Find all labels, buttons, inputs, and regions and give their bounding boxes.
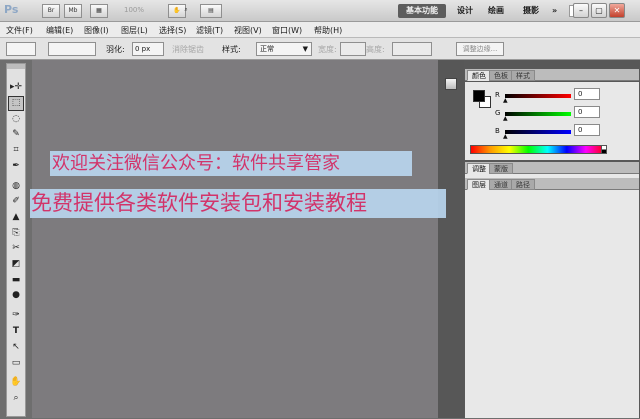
layers-panel-tabs: 图层 通道 路径	[465, 178, 639, 190]
green-slider[interactable]	[505, 112, 571, 116]
layers-panel	[465, 190, 639, 418]
blur-tool-icon[interactable]: ▬	[9, 274, 23, 287]
feather-input[interactable]: 0 px	[132, 42, 164, 56]
slider-knob-icon[interactable]: ▲	[503, 97, 508, 104]
green-value-input[interactable]: 0	[574, 106, 600, 118]
tool-preset-picker[interactable]	[6, 42, 36, 56]
mini-bridge-button[interactable]: Mb	[64, 4, 82, 18]
tool-options-bar: 羽化: 0 px 消除锯齿 样式: 正常 ▼ 宽度: 高度: 调整边缘...	[0, 38, 640, 60]
workspace-photography[interactable]: 摄影	[515, 4, 547, 18]
tab-color[interactable]: 颜色	[467, 70, 491, 81]
rectangular-marquee-tool-icon[interactable]: ⬚	[8, 96, 24, 111]
style-label: 样式:	[222, 45, 241, 54]
workspace-design[interactable]: 设计	[449, 4, 481, 18]
path-selection-tool-icon[interactable]: ↖	[9, 341, 23, 354]
color-panel-tabs: 颜色 色板 样式	[465, 69, 639, 81]
tab-swatches[interactable]: 色板	[489, 70, 513, 81]
rectangle-shape-tool-icon[interactable]: ▭	[9, 357, 23, 370]
chevron-down-icon: ▼	[302, 45, 308, 53]
blue-channel-label: B	[495, 127, 500, 135]
black-white-ramp[interactable]	[601, 145, 607, 154]
application-bar: Ps Br Mb ▦ 100% ✋ ⌕ ▤ 基本功能 设计 绘画 摄影 » – …	[0, 0, 640, 22]
style-select[interactable]: 正常 ▼	[256, 42, 312, 56]
refine-edge-button[interactable]: 调整边缘...	[456, 42, 504, 56]
blue-slider[interactable]	[505, 130, 571, 134]
menu-window[interactable]: 窗口(W)	[272, 25, 302, 36]
move-tool-icon[interactable]: ▸✛	[9, 81, 23, 94]
minimize-button[interactable]: –	[573, 3, 589, 18]
menu-image[interactable]: 图像(I)	[84, 25, 109, 36]
menu-filter[interactable]: 滤镜(T)	[196, 25, 223, 36]
history-brush-tool-icon[interactable]: ⎘	[9, 227, 23, 240]
photoshop-logo: Ps	[4, 3, 19, 16]
tab-paths[interactable]: 路径	[511, 179, 535, 190]
bridge-button[interactable]: Br	[42, 4, 60, 18]
dodge-tool-icon[interactable]: ●	[9, 289, 23, 302]
menu-file[interactable]: 文件(F)	[6, 25, 33, 36]
toolbox: ▸✛ ⬚ ◌ ✎ ⌗ ✒ ◍ ✐ ▲ ⎘ ✂ ◩ ▬ ● ✑ T ↖ ▭ ✋ ⌕	[6, 63, 26, 417]
arrange-documents-button[interactable]: ▤	[200, 4, 222, 18]
view-extras-button[interactable]: ▦	[90, 4, 108, 18]
menu-select[interactable]: 选择(S)	[159, 25, 186, 36]
menu-help[interactable]: 帮助(H)	[314, 25, 342, 36]
menu-bar: 文件(F) 编辑(E) 图像(I) 图层(L) 选择(S) 滤镜(T) 视图(V…	[0, 22, 640, 38]
crop-tool-icon[interactable]: ⌗	[9, 144, 23, 157]
height-input[interactable]	[392, 42, 432, 56]
watermark-caption-line-1: 欢迎关注微信公众号：软件共享管家	[50, 151, 412, 176]
clone-stamp-tool-icon[interactable]: ▲	[9, 211, 23, 224]
tab-adjustments[interactable]: 调整	[467, 163, 491, 174]
slider-knob-icon[interactable]: ▲	[503, 133, 508, 140]
selection-mode-buttons[interactable]	[48, 42, 96, 56]
eraser-tool-icon[interactable]: ✂	[9, 242, 23, 255]
width-label: 宽度:	[318, 45, 337, 54]
workspace-essentials[interactable]: 基本功能	[398, 4, 446, 18]
lasso-tool-icon[interactable]: ◌	[9, 113, 23, 126]
tab-masks[interactable]: 蒙版	[489, 163, 513, 174]
quick-selection-tool-icon[interactable]: ✎	[9, 128, 23, 141]
adjustments-panel-tabs: 调整 蒙版	[465, 162, 639, 174]
height-label: 高度:	[366, 45, 385, 54]
more-workspaces-icon[interactable]: »	[544, 4, 565, 18]
red-value-input[interactable]: 0	[574, 88, 600, 100]
foreground-color-swatch[interactable]	[473, 90, 485, 102]
tab-styles[interactable]: 样式	[511, 70, 535, 81]
workspace-painting[interactable]: 绘画	[480, 4, 512, 18]
feather-label: 羽化:	[106, 45, 125, 54]
antialias-checkbox[interactable]: 消除锯齿	[172, 44, 204, 55]
menu-layer[interactable]: 图层(L)	[121, 25, 148, 36]
zoom-tool-icon[interactable]: ⌕	[9, 392, 23, 405]
close-button[interactable]: ✕	[609, 3, 625, 18]
panel-dock-icon[interactable]	[445, 78, 457, 90]
tab-layers[interactable]: 图层	[467, 179, 491, 190]
zoom-level[interactable]: 100%	[124, 6, 144, 14]
watermark-caption-line-2: 免费提供各类软件安装包和安装教程	[30, 189, 446, 218]
menu-view[interactable]: 视图(V)	[234, 25, 262, 36]
zoom-tool-icon[interactable]: ⌕	[178, 4, 194, 18]
toolbox-grip[interactable]	[7, 64, 25, 69]
color-spectrum-ramp[interactable]	[470, 145, 606, 154]
type-tool-icon[interactable]: T	[9, 325, 23, 338]
width-input[interactable]	[340, 42, 366, 56]
tab-channels[interactable]: 通道	[489, 179, 513, 190]
document-area	[32, 60, 438, 418]
hand-tool-icon[interactable]: ✋	[9, 376, 23, 389]
restore-button[interactable]: ▢	[591, 3, 607, 18]
spot-healing-tool-icon[interactable]: ◍	[9, 180, 23, 193]
gradient-tool-icon[interactable]: ◩	[9, 258, 23, 271]
brush-tool-icon[interactable]: ✐	[9, 195, 23, 208]
red-channel-label: R	[495, 91, 500, 99]
pen-tool-icon[interactable]: ✑	[9, 309, 23, 322]
eyedropper-tool-icon[interactable]: ✒	[9, 160, 23, 173]
style-value: 正常	[260, 45, 274, 53]
blue-value-input[interactable]: 0	[574, 124, 600, 136]
green-channel-label: G	[495, 109, 501, 117]
collapsed-panel-strip	[438, 60, 464, 418]
menu-edit[interactable]: 编辑(E)	[46, 25, 73, 36]
slider-knob-icon[interactable]: ▲	[503, 115, 508, 122]
red-slider[interactable]	[505, 94, 571, 98]
